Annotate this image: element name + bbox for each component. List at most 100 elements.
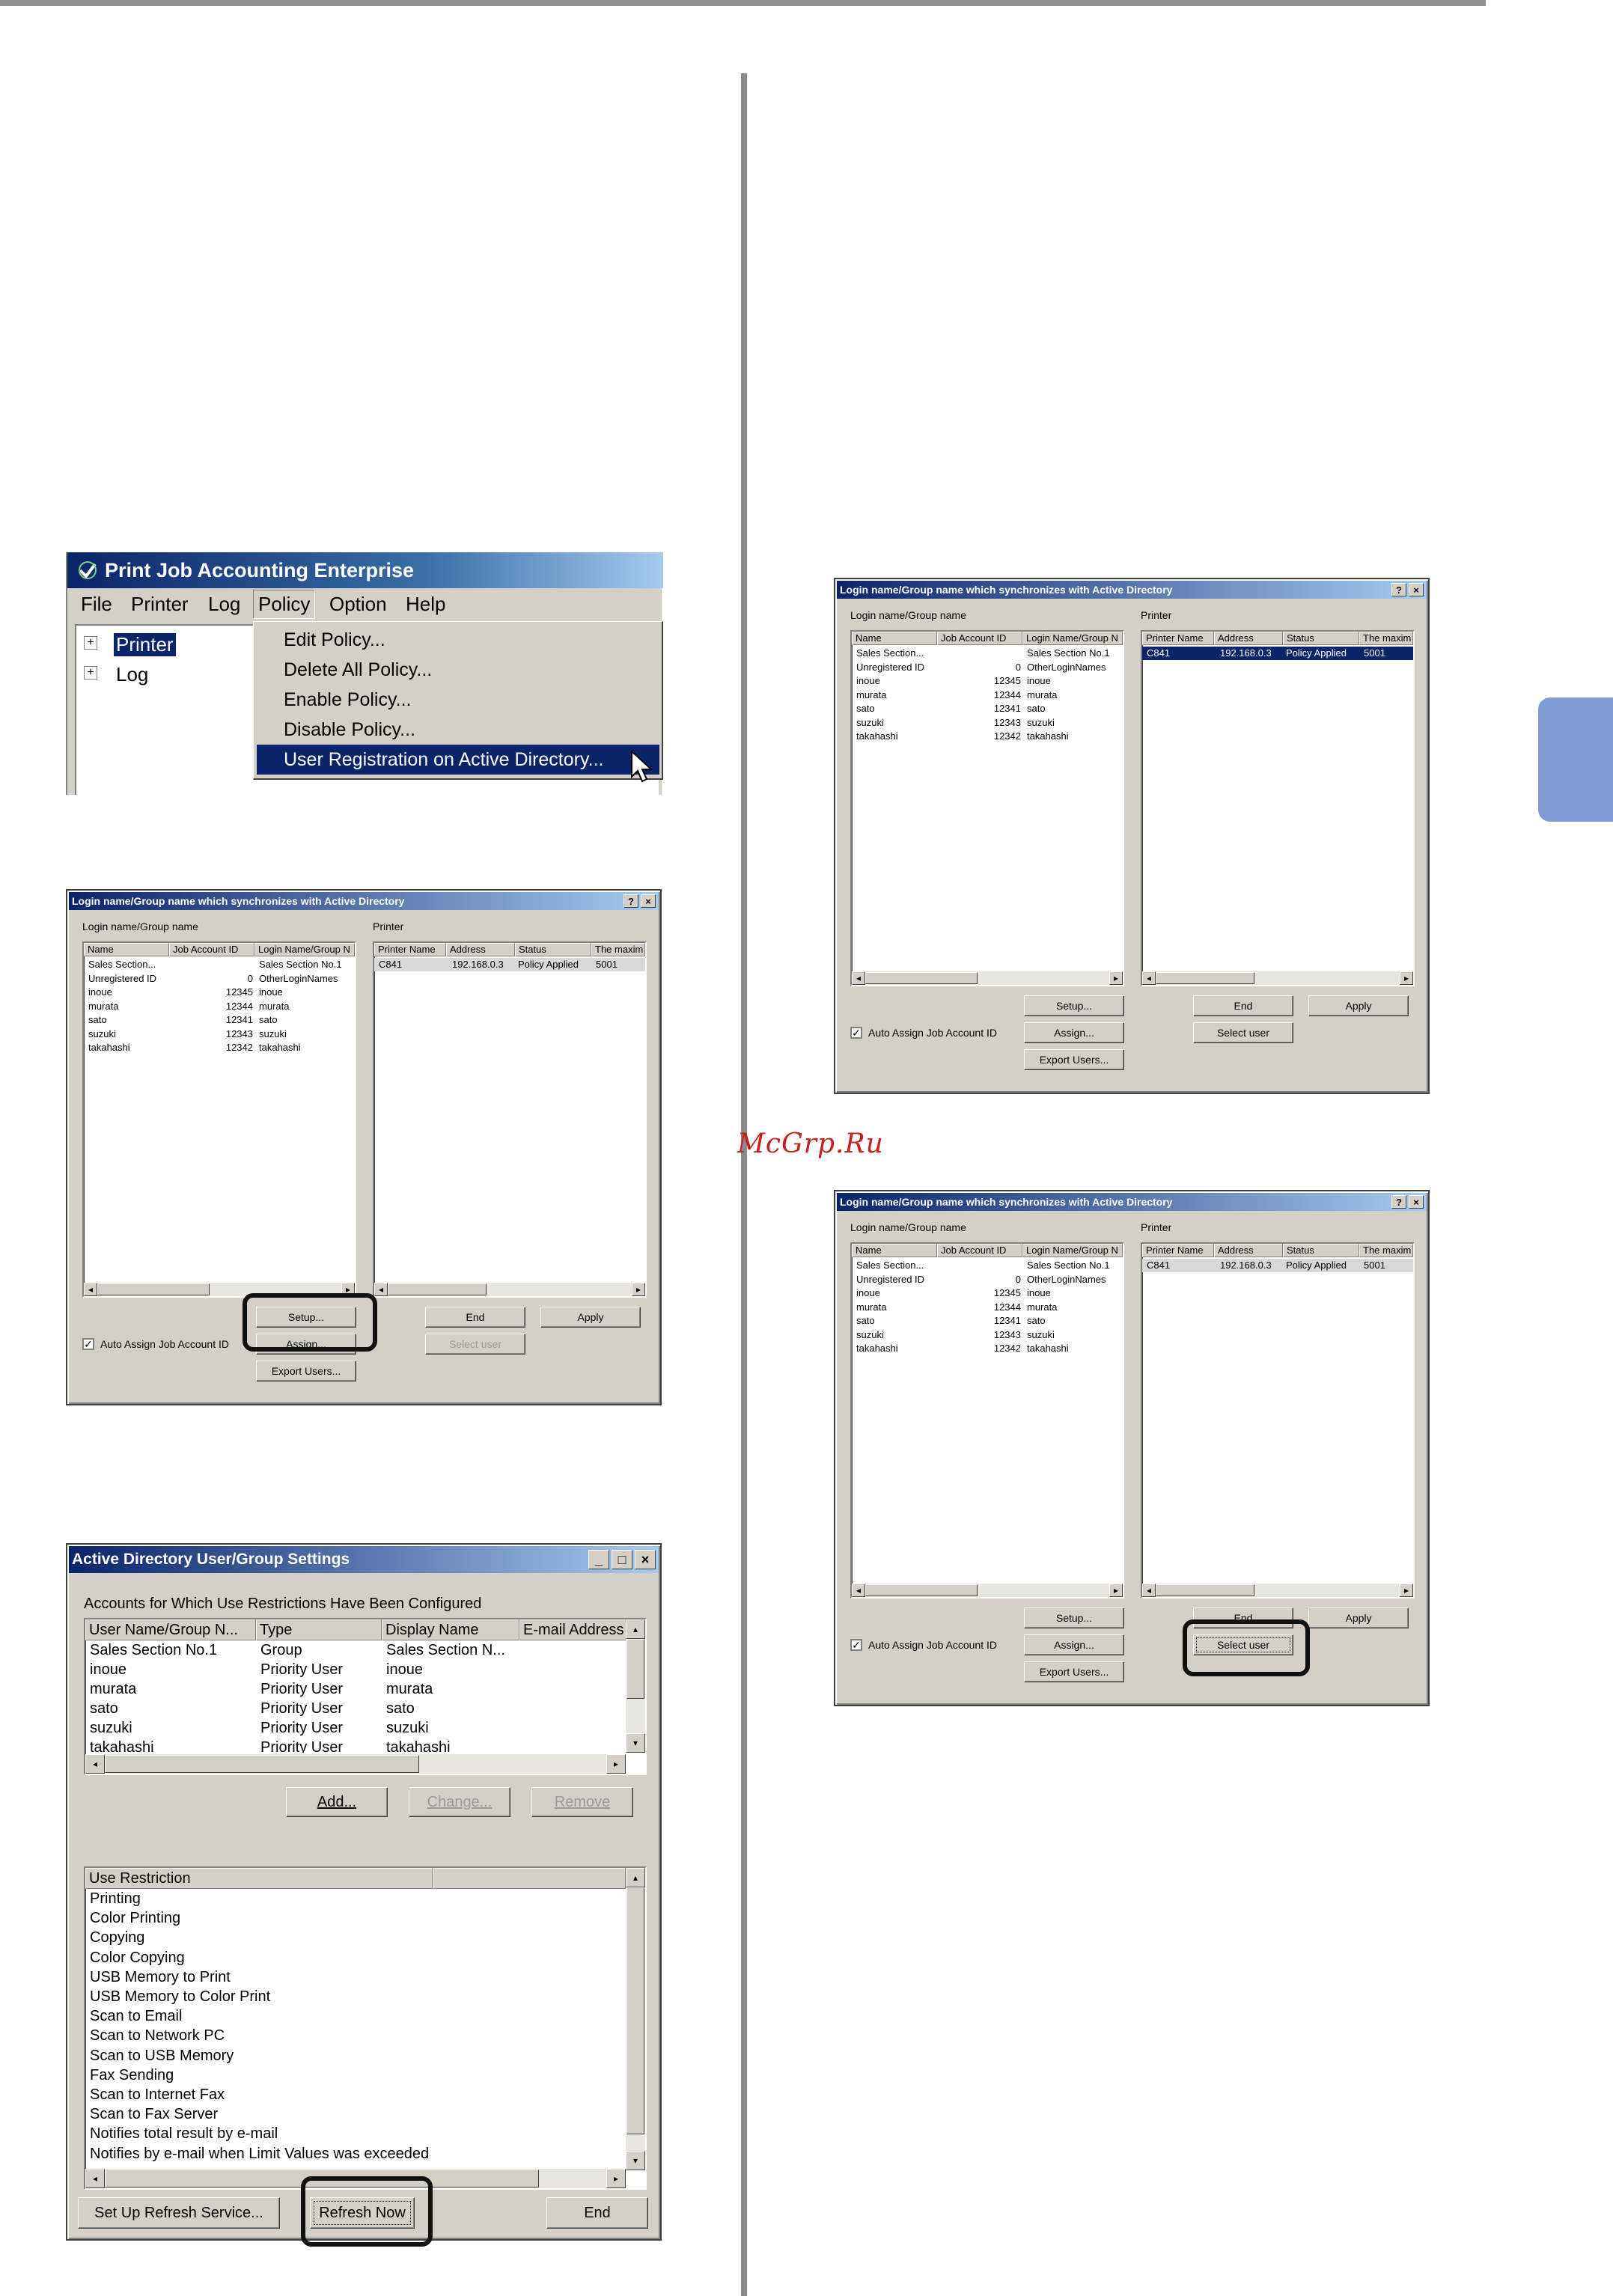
col-max[interactable]: The maxim xyxy=(591,943,645,956)
scroll-thumb[interactable] xyxy=(388,1283,487,1295)
auto-assign-checkbox[interactable]: ✓ xyxy=(850,1639,862,1651)
horizontal-scrollbar[interactable]: ◂ ▸ xyxy=(374,1283,645,1296)
col-max[interactable]: The maxim xyxy=(1359,1244,1413,1257)
col-job-account-id[interactable]: Job Account ID xyxy=(169,943,254,956)
menu-item-delete-all-policy[interactable]: Delete All Policy... xyxy=(284,659,432,681)
col-address[interactable]: Address xyxy=(1214,632,1283,645)
menu-printer[interactable]: Printer xyxy=(131,593,189,616)
scroll-thumb[interactable] xyxy=(1156,972,1254,984)
tree-item-printer[interactable]: Printer xyxy=(113,632,177,657)
close-icon[interactable]: × xyxy=(641,894,656,908)
menu-policy[interactable]: Policy xyxy=(253,590,316,619)
user-row[interactable]: Unregistered ID 0 OtherLoginNames xyxy=(852,661,1123,674)
restriction-item[interactable]: Fax Sending xyxy=(90,2067,174,2084)
col-status[interactable]: Status xyxy=(1283,1244,1359,1257)
printer-list[interactable]: Printer Name Address Status The maxim C8… xyxy=(1141,630,1415,986)
add-button[interactable]: Add... xyxy=(286,1787,388,1817)
col-job-account-id[interactable]: Job Account ID xyxy=(937,632,1022,645)
export-users-button[interactable]: Export Users... xyxy=(256,1361,356,1381)
col-email[interactable]: E-mail Address xyxy=(519,1619,627,1640)
apply-button[interactable]: Apply xyxy=(540,1307,641,1328)
scroll-right-icon[interactable]: ▸ xyxy=(1400,1584,1413,1597)
user-row[interactable]: suzuki 12343 suzuki xyxy=(84,1028,355,1041)
user-row[interactable]: sato 12341 sato xyxy=(852,702,1123,715)
remove-button[interactable]: Remove xyxy=(531,1787,633,1817)
printer-list[interactable]: Printer Name Address Status The maxim C8… xyxy=(1141,1242,1415,1599)
scroll-thumb[interactable] xyxy=(105,1755,419,1773)
restriction-item[interactable]: Color Printing xyxy=(90,1910,180,1927)
restriction-item[interactable]: USB Memory to Color Print xyxy=(90,1988,270,2006)
col-name[interactable]: Name xyxy=(852,632,937,645)
scroll-left-icon[interactable]: ◂ xyxy=(852,1584,865,1597)
scroll-thumb[interactable] xyxy=(97,1283,210,1295)
account-row[interactable]: takahashi Priority User takahashi xyxy=(85,1739,627,1753)
scroll-up-icon[interactable]: ▴ xyxy=(626,1868,645,1887)
printer-row[interactable]: C841 192.168.0.3 Policy Applied 5001 xyxy=(1142,647,1413,660)
apply-button[interactable]: Apply xyxy=(1308,1607,1409,1628)
assign-button[interactable]: Assign... xyxy=(1024,1634,1124,1655)
select-user-button[interactable]: Select user xyxy=(1193,1022,1293,1043)
printer-row[interactable]: C841 192.168.0.3 Policy Applied 5001 xyxy=(374,958,645,971)
user-row[interactable]: inoue 12345 inoue xyxy=(852,1286,1123,1300)
setup-button[interactable]: Setup... xyxy=(1024,1607,1124,1628)
scroll-left-icon[interactable]: ◂ xyxy=(1142,971,1156,985)
horizontal-scrollbar[interactable]: ◂ ▸ xyxy=(1142,971,1413,985)
user-list[interactable]: Name Job Account ID Login Name/Group N S… xyxy=(82,941,356,1298)
col-use-restriction[interactable]: Use Restriction xyxy=(85,1868,433,1889)
col-display-name[interactable]: Display Name xyxy=(382,1619,519,1640)
user-row[interactable]: suzuki 12343 suzuki xyxy=(852,716,1123,730)
user-row[interactable]: suzuki 12343 suzuki xyxy=(852,1328,1123,1342)
scroll-right-icon[interactable]: ▸ xyxy=(1109,1584,1123,1597)
user-row[interactable]: Sales Section... Sales Section No.1 xyxy=(852,1259,1123,1272)
scroll-left-icon[interactable]: ◂ xyxy=(84,1283,97,1296)
menu-log[interactable]: Log xyxy=(208,593,240,616)
user-row[interactable]: Sales Section... Sales Section No.1 xyxy=(852,647,1123,660)
select-user-button[interactable]: Select user xyxy=(425,1334,525,1355)
export-users-button[interactable]: Export Users... xyxy=(1024,1049,1124,1070)
end-button[interactable]: End xyxy=(425,1307,525,1328)
menu-option[interactable]: Option xyxy=(329,593,387,616)
col-name[interactable]: Name xyxy=(84,943,169,956)
scroll-up-icon[interactable]: ▴ xyxy=(626,1619,645,1639)
close-icon[interactable]: × xyxy=(1409,1195,1424,1209)
restriction-item[interactable]: Scan to Email xyxy=(90,2008,182,2025)
menu-item-enable-policy[interactable]: Enable Policy... xyxy=(284,689,411,711)
col-status[interactable]: Status xyxy=(1283,632,1359,645)
col-login-name[interactable]: Login Name/Group N xyxy=(1022,632,1123,645)
restriction-item[interactable]: Scan to Internet Fax xyxy=(90,2086,225,2104)
user-list[interactable]: Name Job Account ID Login Name/Group N S… xyxy=(850,1242,1124,1599)
menu-item-user-registration-ad[interactable]: User Registration on Active Directory... xyxy=(257,745,659,775)
menu-item-disable-policy[interactable]: Disable Policy... xyxy=(284,719,415,741)
vertical-scrollbar[interactable]: ▴ ▾ xyxy=(626,1868,645,2170)
tree-expand-icon[interactable]: + xyxy=(84,666,97,680)
ad-end-button[interactable]: End xyxy=(546,2197,648,2229)
user-row[interactable]: sato 12341 sato xyxy=(84,1013,355,1027)
scroll-right-icon[interactable]: ▸ xyxy=(606,2169,626,2188)
user-row[interactable]: takahashi 12342 takahashi xyxy=(852,1342,1123,1355)
horizontal-scrollbar[interactable]: ◂ ▸ xyxy=(1142,1584,1413,1597)
restriction-item[interactable]: Color Copying xyxy=(90,1950,185,1967)
minimize-icon[interactable]: _ xyxy=(588,1550,609,1569)
end-button[interactable]: End xyxy=(1193,995,1293,1016)
scroll-right-icon[interactable]: ▸ xyxy=(606,1754,626,1774)
account-row[interactable]: murata Priority User murata xyxy=(85,1681,627,1700)
restriction-item[interactable]: Scan to USB Memory xyxy=(90,2048,234,2065)
scroll-right-icon[interactable]: ▸ xyxy=(632,1283,645,1296)
tree-expand-icon[interactable]: + xyxy=(84,636,97,650)
set-up-refresh-service-button[interactable]: Set Up Refresh Service... xyxy=(78,2197,280,2229)
scroll-left-icon[interactable]: ◂ xyxy=(852,971,865,985)
user-row[interactable]: murata 12344 murata xyxy=(852,1301,1123,1314)
change-button[interactable]: Change... xyxy=(409,1787,510,1817)
col-status[interactable]: Status xyxy=(515,943,591,956)
maximize-icon[interactable]: □ xyxy=(612,1550,632,1569)
user-row[interactable]: takahashi 12342 takahashi xyxy=(84,1041,355,1054)
col-address[interactable]: Address xyxy=(446,943,515,956)
scroll-thumb[interactable] xyxy=(626,1887,644,2134)
scroll-left-icon[interactable]: ◂ xyxy=(374,1283,388,1296)
user-row[interactable]: sato 12341 sato xyxy=(852,1314,1123,1328)
scroll-down-icon[interactable]: ▾ xyxy=(626,1733,645,1753)
user-row[interactable]: takahashi 12342 takahashi xyxy=(852,730,1123,743)
col-login-name[interactable]: Login Name/Group N xyxy=(254,943,355,956)
scroll-thumb[interactable] xyxy=(626,1639,644,1699)
help-button[interactable]: ? xyxy=(1391,583,1406,596)
